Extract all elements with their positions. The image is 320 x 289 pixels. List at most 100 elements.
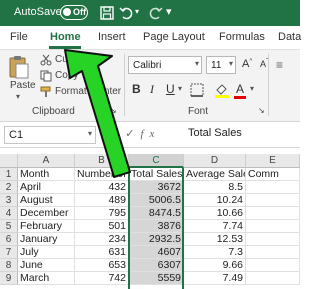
cell[interactable]: March — [18, 272, 75, 285]
undo-icon[interactable] — [118, 4, 136, 22]
copy-icon[interactable] — [40, 70, 52, 82]
row-header[interactable]: 6 — [0, 233, 18, 246]
fx-icon[interactable]: fx — [140, 128, 160, 140]
increase-font-icon[interactable]: A^ — [242, 58, 252, 70]
cell[interactable] — [246, 207, 300, 220]
copy-label[interactable]: Copy — [55, 70, 78, 81]
tab-home[interactable]: Home — [50, 31, 81, 43]
cell[interactable] — [246, 181, 300, 194]
font-color-button[interactable]: A — [236, 82, 244, 96]
row-header[interactable]: 3 — [0, 194, 18, 207]
cell[interactable]: Month — [18, 168, 75, 181]
column-header-c[interactable]: C — [129, 154, 184, 168]
underline-dropdown-icon[interactable]: ▾ — [178, 84, 182, 93]
row-header[interactable]: 1 — [0, 168, 18, 181]
cell[interactable]: 10.66 — [184, 207, 246, 220]
cell[interactable]: Average Sale — [184, 168, 246, 181]
group-divider — [268, 54, 269, 116]
cell[interactable] — [246, 220, 300, 233]
cell[interactable]: 8.5 — [184, 181, 246, 194]
decrease-font-icon[interactable]: Aˇ — [260, 59, 268, 69]
undo-dropdown-icon[interactable]: ▾ — [135, 7, 139, 16]
bold-button[interactable]: B — [132, 82, 141, 96]
underline-button[interactable]: U — [166, 82, 175, 96]
name-box[interactable]: C1 ▾ — [4, 126, 96, 144]
tab-insert[interactable]: Insert — [98, 31, 126, 43]
tab-page-layout[interactable]: Page Layout — [143, 31, 205, 43]
font-launcher-icon[interactable]: ↘ — [258, 106, 265, 115]
format-painter-label[interactable]: Format Painter — [55, 86, 121, 97]
italic-button[interactable]: I — [150, 82, 154, 97]
cell[interactable]: August — [18, 194, 75, 207]
cell[interactable]: February — [18, 220, 75, 233]
name-box-value: C1 — [9, 129, 24, 141]
cell[interactable]: 7.49 — [184, 272, 246, 285]
scissors-icon[interactable] — [40, 54, 52, 66]
cell[interactable]: 7.3 — [184, 246, 246, 259]
select-all-corner[interactable] — [0, 154, 18, 168]
paste-icon[interactable] — [8, 54, 30, 80]
resize-handle-icon[interactable]: ⋮ — [100, 128, 109, 139]
cell[interactable]: 501 — [75, 220, 129, 233]
row-header[interactable]: 7 — [0, 246, 18, 259]
formula-input[interactable]: Total Sales — [188, 127, 242, 139]
autosave-toggle[interactable]: Off — [60, 5, 88, 20]
font-name-select[interactable]: Calibri ▾ — [128, 56, 202, 74]
cell[interactable]: 10.24 — [184, 194, 246, 207]
row-header[interactable]: 4 — [0, 207, 18, 220]
cell[interactable]: June — [18, 259, 75, 272]
tab-file[interactable]: File — [10, 31, 28, 43]
cell[interactable]: 489 — [75, 194, 129, 207]
row-header[interactable]: 9 — [0, 272, 18, 285]
cell[interactable] — [246, 233, 300, 246]
more-icon[interactable]: ▾ — [166, 5, 172, 18]
font-size-value: 11 — [211, 60, 222, 71]
cell[interactable]: 742 — [75, 272, 129, 285]
column-header-e[interactable]: E — [246, 154, 300, 168]
font-size-select[interactable]: 11 ▾ — [206, 56, 236, 74]
cancel-icon[interactable]: ✕ — [110, 128, 125, 140]
cell[interactable]: April — [18, 181, 75, 194]
cell[interactable] — [246, 259, 300, 272]
fill-color-icon[interactable] — [214, 82, 230, 98]
redo-icon[interactable] — [146, 4, 164, 22]
row-header[interactable]: 5 — [0, 220, 18, 233]
row-header[interactable]: 8 — [0, 259, 18, 272]
font-color-dropdown-icon[interactable]: ▾ — [250, 84, 254, 93]
cell[interactable]: 9.66 — [184, 259, 246, 272]
row-header[interactable]: 2 — [0, 181, 18, 194]
cell[interactable]: Comm — [246, 168, 300, 181]
clipboard-launcher-icon[interactable]: ↘ — [110, 106, 117, 115]
worksheet-grid[interactable]: A B C D E 1 Month Number of Sales Total … — [0, 154, 300, 289]
cell[interactable]: December — [18, 207, 75, 220]
cell[interactable] — [246, 272, 300, 285]
format-painter-icon[interactable] — [40, 86, 52, 98]
borders-icon[interactable] — [190, 83, 204, 97]
title-bar: AutoSave Off ▾ ▾ — [0, 0, 300, 26]
cell[interactable]: 7.74 — [184, 220, 246, 233]
cell[interactable]: 234 — [75, 233, 129, 246]
clipboard-group-label: Clipboard — [32, 106, 75, 117]
align-icon[interactable]: ≡ — [276, 58, 283, 72]
column-header-b[interactable]: B — [75, 154, 129, 168]
paste-dropdown-icon[interactable]: ▾ — [16, 92, 20, 101]
cell[interactable]: 653 — [75, 259, 129, 272]
formula-icons: ✕✓fx — [110, 127, 160, 140]
save-icon[interactable] — [98, 4, 116, 22]
cell[interactable]: 432 — [75, 181, 129, 194]
cell[interactable]: January — [18, 233, 75, 246]
cell[interactable]: July — [18, 246, 75, 259]
tab-formulas[interactable]: Formulas — [219, 31, 265, 43]
cut-label[interactable]: Cut — [55, 54, 71, 65]
cell[interactable]: 795 — [75, 207, 129, 220]
paste-label[interactable]: Paste — [10, 80, 36, 91]
cell[interactable]: Number of Sales — [75, 168, 129, 181]
cell[interactable]: 12.53 — [184, 233, 246, 246]
cell[interactable] — [246, 194, 300, 207]
enter-icon[interactable]: ✓ — [125, 128, 140, 140]
cell[interactable] — [246, 246, 300, 259]
column-header-a[interactable]: A — [18, 154, 75, 168]
column-header-d[interactable]: D — [184, 154, 246, 168]
tab-data[interactable]: Data — [278, 31, 301, 43]
cell[interactable]: 631 — [75, 246, 129, 259]
